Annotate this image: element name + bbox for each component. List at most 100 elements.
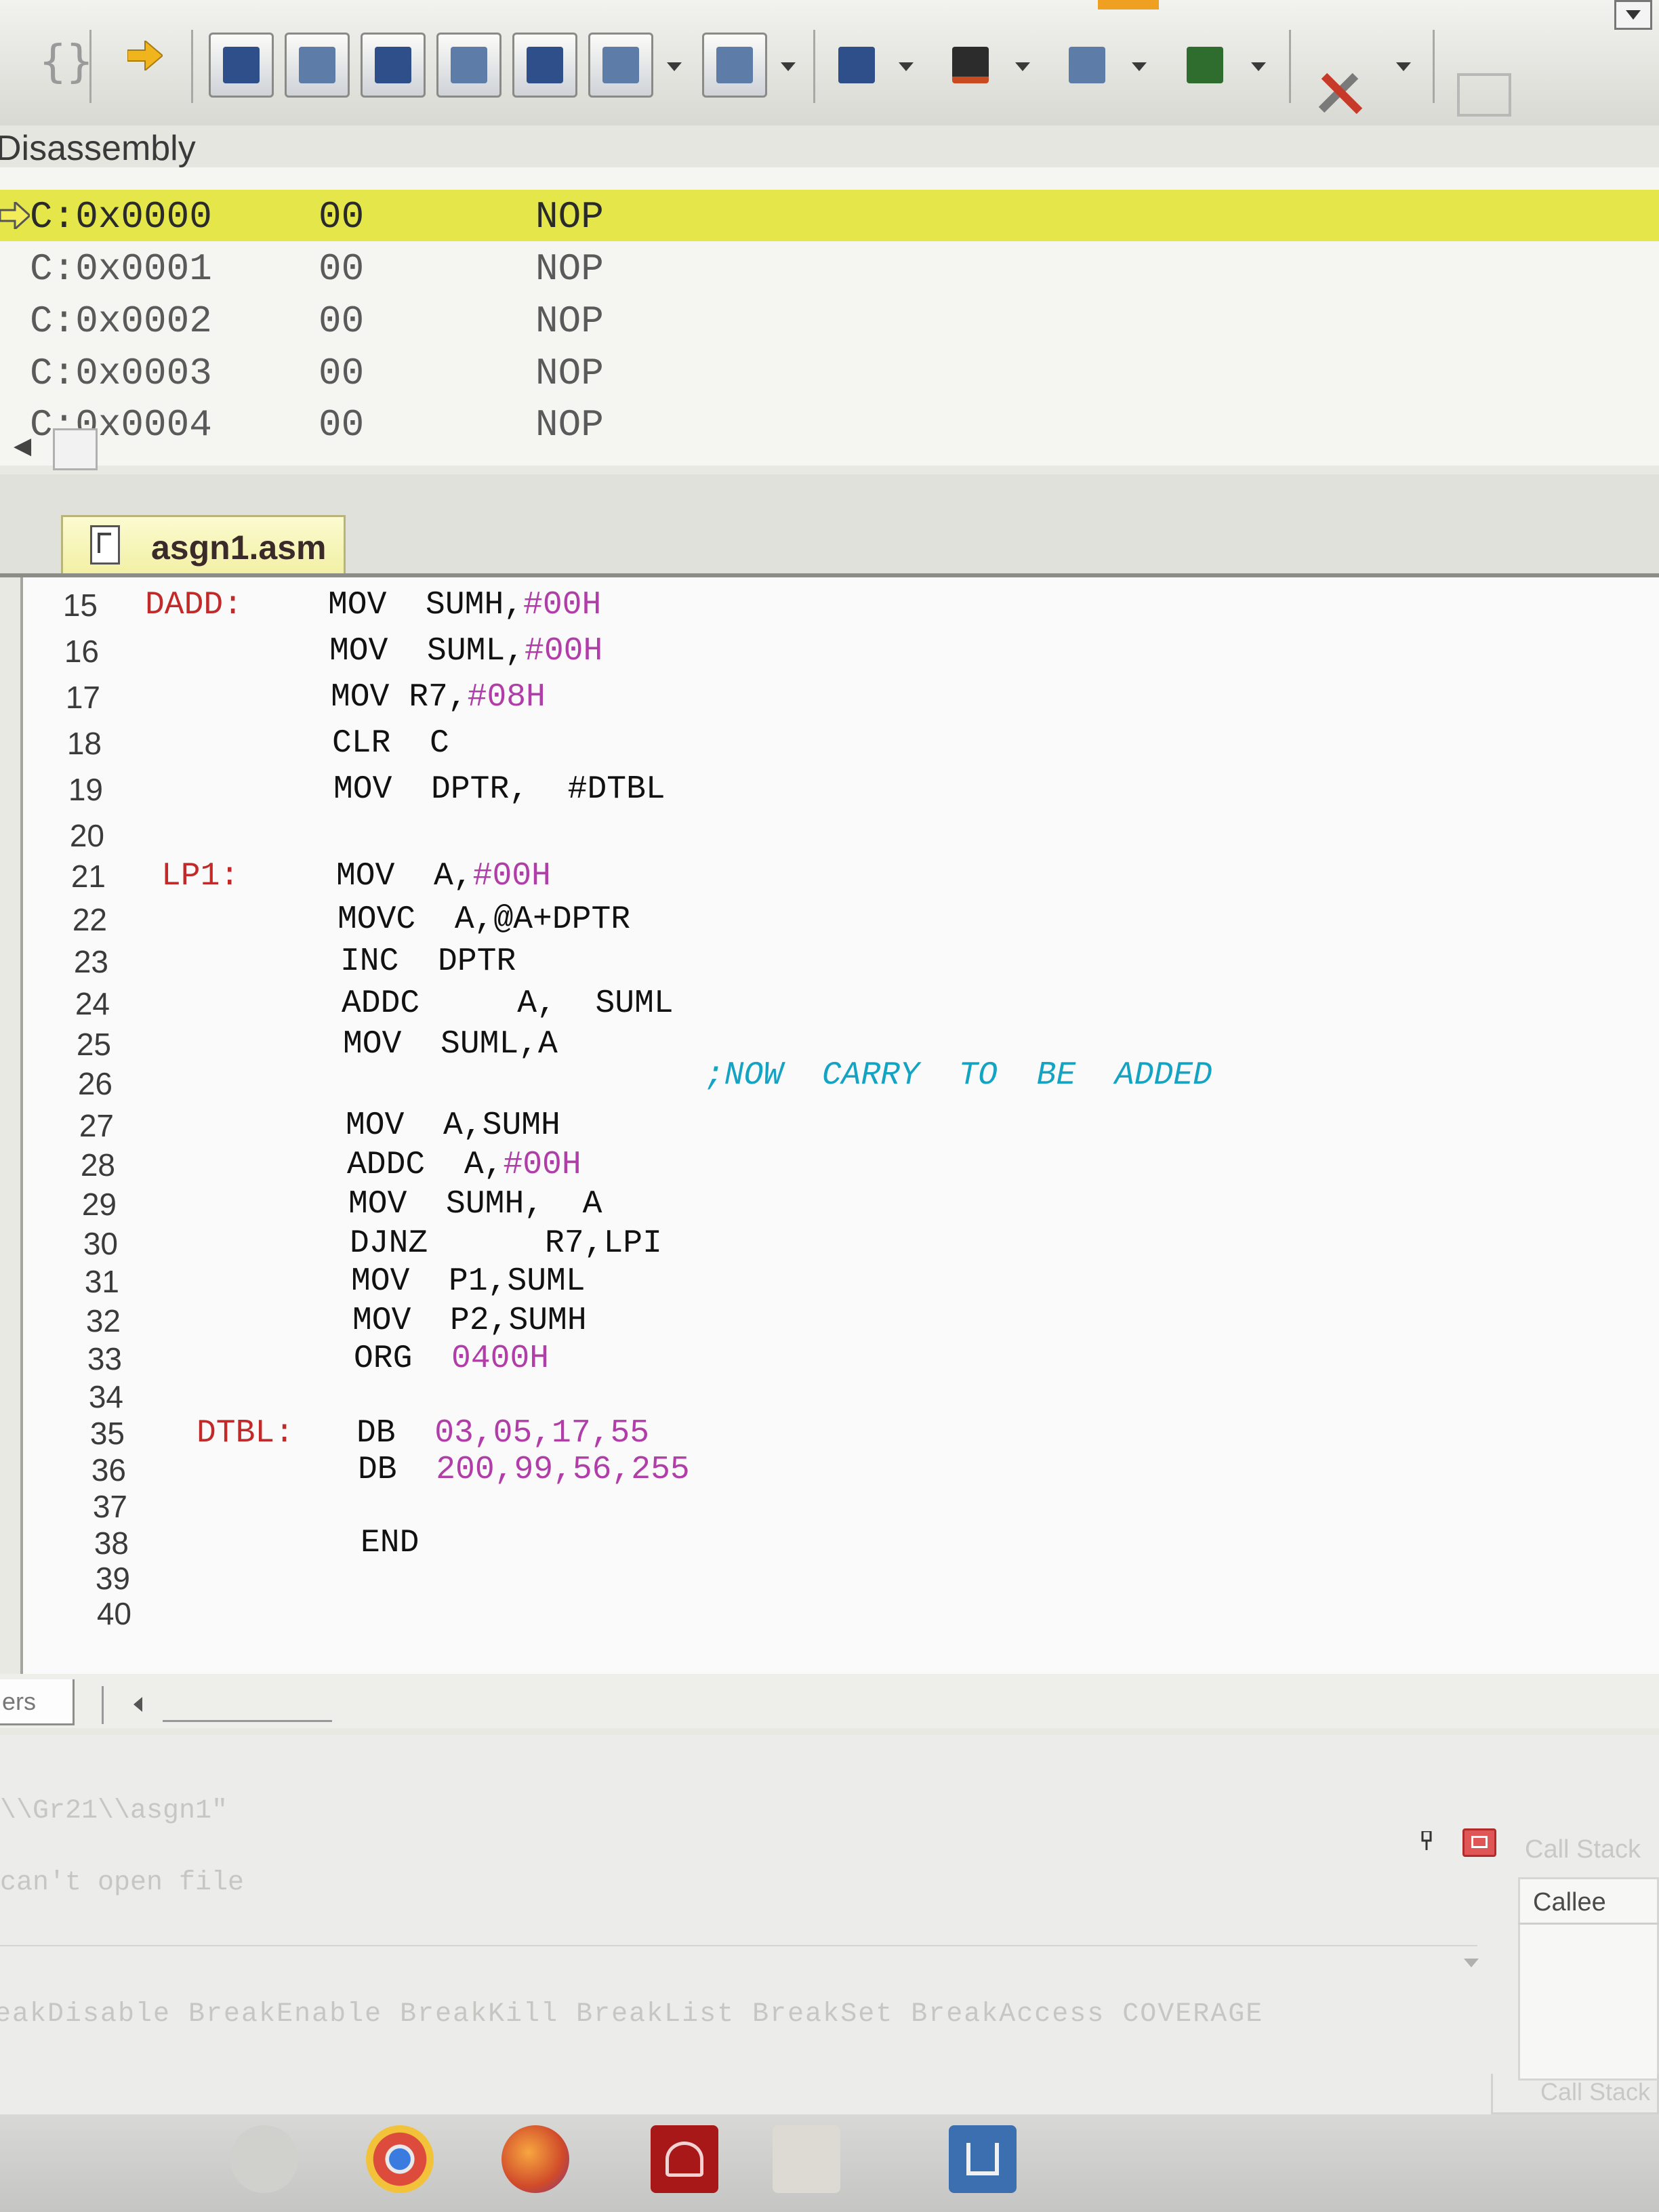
disassembly-row[interactable]: C:0x0003 00 NOP: [0, 346, 1659, 398]
disassembly-title: Disassembly: [0, 129, 196, 168]
code-line[interactable]: 33 ORG 0400H: [23, 1339, 1650, 1378]
code-immediate: 0400H: [451, 1340, 550, 1377]
tab-registers[interactable]: ers: [0, 1679, 75, 1725]
editor-footer: ers: [0, 1674, 1659, 1728]
toolbar-separator: [191, 30, 193, 103]
code-immediate: 03,05,17,55: [434, 1415, 650, 1452]
code-line[interactable]: 23 INC DPTR: [23, 942, 1650, 981]
output-vertical-scrollbar[interactable]: [1457, 1843, 1484, 1979]
code-line[interactable]: 37: [23, 1487, 1650, 1526]
command-window-button[interactable]: [209, 33, 274, 98]
disassembly-address: C:0x0000: [30, 195, 212, 239]
code-instruction: MOV P1,SUML: [351, 1263, 586, 1300]
code-line[interactable]: 31 MOV P1,SUML: [23, 1262, 1650, 1301]
code-instruction: DJNZ R7,LPI: [350, 1225, 662, 1262]
disassembly-window-button[interactable]: [285, 33, 350, 98]
serial-dropdown-icon[interactable]: [899, 62, 914, 71]
tab-asgn1-asm[interactable]: asgn1.asm: [61, 515, 346, 577]
code-mnemonic: MOV SUMH,: [328, 587, 524, 623]
code-line[interactable]: 28 ADDC A,#00H: [23, 1145, 1650, 1185]
disassembly-opcode: 00: [319, 300, 365, 343]
keil-icon[interactable]: [949, 2125, 1017, 2193]
window-layout-icon[interactable]: [1457, 73, 1511, 117]
acrobat-icon[interactable]: [651, 2125, 718, 2193]
trace-dropdown-icon[interactable]: [1132, 62, 1147, 71]
code-line[interactable]: 16 MOV SUML,#00H: [23, 632, 1650, 671]
code-line[interactable]: 39: [23, 1559, 1650, 1598]
call-stack-window-button[interactable]: [512, 33, 577, 98]
code-line[interactable]: 24 ADDC A, SUML: [23, 984, 1650, 1023]
code-line[interactable]: 17 MOV R7,#08H: [23, 678, 1650, 717]
watch-dropdown-icon[interactable]: [667, 62, 682, 71]
disassembly-row[interactable]: C:0x0000 00 NOP: [0, 190, 1659, 241]
source-editor[interactable]: 15 DADD: MOV SUMH,#00H 16 MOV SUML,#00H …: [20, 577, 1659, 1709]
code-line[interactable]: 40: [23, 1594, 1650, 1633]
call-stack-title: Call Stack: [1525, 1835, 1641, 1864]
registers-window-icon: [451, 47, 487, 83]
scrollbar-thumb[interactable]: [53, 428, 98, 470]
scroll-left-icon[interactable]: ◀: [14, 432, 31, 459]
disassembly-horizontal-scrollbar[interactable]: ◀: [0, 427, 1659, 470]
analysis-window-icon: [952, 47, 989, 83]
chrome-icon[interactable]: [366, 2125, 434, 2193]
tab-label: asgn1.asm: [151, 529, 327, 567]
code-line[interactable]: 15 DADD: MOV SUMH,#00H: [23, 586, 1650, 625]
call-stack-column-header[interactable]: Callee: [1518, 1877, 1659, 1925]
line-number: 36: [91, 1452, 126, 1488]
disassembly-instruction: NOP: [535, 300, 604, 343]
column-label: Callee: [1533, 1888, 1606, 1917]
code-mnemonic: ADDC A,: [347, 1147, 504, 1183]
editor-scroll-left-icon[interactable]: [102, 1686, 163, 1724]
code-line[interactable]: 19 MOV DPTR, #DTBL: [23, 770, 1650, 809]
serial-window-button[interactable]: [824, 33, 889, 98]
code-label: DTBL:: [197, 1415, 295, 1452]
toolbox-icon[interactable]: [1315, 62, 1369, 117]
disassembly-row[interactable]: C:0x0002 00 NOP: [0, 294, 1659, 346]
show-next-statement-icon[interactable]: [127, 41, 163, 70]
code-line[interactable]: 18 CLR C: [23, 724, 1650, 763]
code-instruction: ADDC A, SUML: [342, 985, 674, 1022]
pin-icon[interactable]: [1420, 1831, 1433, 1850]
firefox-icon[interactable]: [501, 2125, 569, 2193]
code-line[interactable]: 29 MOV SUMH, A: [23, 1185, 1650, 1224]
disassembly-row[interactable]: C:0x0001 00 NOP: [0, 242, 1659, 293]
code-label: DADD:: [145, 587, 243, 623]
registers-window-button[interactable]: [436, 33, 501, 98]
source-file-icon: [90, 525, 120, 565]
disassembly-opcode: 00: [319, 352, 365, 395]
analysis-dropdown-icon[interactable]: [1015, 62, 1030, 71]
symbols-window-button[interactable]: [361, 33, 426, 98]
trace-window-button[interactable]: [1054, 33, 1120, 98]
command-input[interactable]: [0, 1945, 1477, 1994]
toolbar-options-icon[interactable]: [1614, 0, 1652, 30]
system-viewer-dropdown-icon[interactable]: [1251, 62, 1266, 71]
code-mnemonic: ORG: [354, 1340, 452, 1377]
app-icon[interactable]: [230, 2125, 298, 2193]
code-line[interactable]: 38 END: [23, 1523, 1650, 1563]
code-line[interactable]: 34: [23, 1377, 1650, 1416]
code-line[interactable]: 22 MOVC A,@A+DPTR: [23, 900, 1650, 939]
system-viewer-button[interactable]: [1172, 33, 1237, 98]
code-line[interactable]: 26 ;NOW CARRY TO BE ADDED: [23, 1057, 1650, 1103]
code-immediate: #00H: [503, 1147, 581, 1183]
code-line[interactable]: 30 DJNZ R7,LPI: [23, 1224, 1650, 1263]
code-comment: ;NOW CARRY TO BE ADDED: [705, 1057, 1212, 1094]
code-line[interactable]: 36 DB 200,99,56,255: [23, 1450, 1650, 1490]
braces-icon[interactable]: {}: [39, 35, 93, 87]
code-line[interactable]: 21 LP1: MOV A,#00H: [23, 857, 1650, 896]
code-line[interactable]: 35 DTBL: DB 03,05,17,55: [23, 1414, 1650, 1453]
code-immediate: #00H: [525, 633, 603, 670]
line-number: 17: [65, 680, 100, 715]
analysis-window-button[interactable]: [938, 33, 1003, 98]
tab-call-stack[interactable]: Call Stack: [1491, 2074, 1659, 2114]
call-stack-close-icon[interactable]: [1462, 1828, 1496, 1857]
folder-icon[interactable]: [773, 2125, 840, 2193]
memory-dropdown-icon[interactable]: [781, 62, 796, 71]
memory-window-button[interactable]: [702, 33, 767, 98]
watch-window-button[interactable]: [588, 33, 653, 98]
code-line[interactable]: 27 MOV A,SUMH: [23, 1106, 1650, 1145]
code-line[interactable]: 32 MOV P2,SUMH: [23, 1301, 1650, 1340]
code-line[interactable]: 20: [23, 816, 1650, 855]
toolbox-dropdown-icon[interactable]: [1396, 62, 1411, 71]
code-mnemonic: MOV SUML,: [329, 633, 525, 670]
